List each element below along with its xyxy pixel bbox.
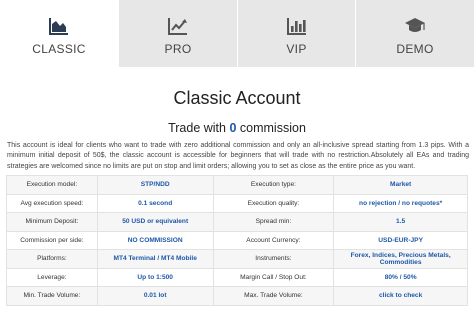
spec-label: Execution model: [6,175,98,195]
spec-value: no rejection / no requotes* [333,193,468,213]
spec-value: 0.1 second [96,193,214,213]
spec-value: USD-EUR-JPY [333,230,468,250]
tab-classic[interactable]: CLASSIC [0,0,118,67]
page-title: Classic Account [173,88,301,108]
spec-label: Minimum Deposit: [6,212,98,232]
check-max-volume-link[interactable]: click to check [333,286,468,306]
spec-value: 80% / 50% [333,267,468,287]
tab-pro[interactable]: PRO [118,0,237,67]
spec-label: Margin Call / Stop Out: [212,267,335,287]
table-row: Leverage: Up to 1:500 Margin Call / Stop… [6,267,468,287]
spec-label: Execution quality: [212,193,335,213]
tab-classic-label: CLASSIC [32,42,86,56]
subtitle-prefix: Trade with [168,121,226,135]
spec-label: Account Currency: [212,230,335,250]
spec-label: Commission per side: [6,230,98,250]
table-row: Execution model: STP/NDD Execution type:… [6,175,468,195]
spec-value: 50 USD or equivalent [96,212,214,232]
account-description: This account is ideal for clients who wa… [7,142,469,170]
spec-label: Min. Trade Volume: [6,286,98,306]
spec-value: STP/NDD [96,175,214,195]
spec-label: Execution type: [212,175,335,195]
spec-value: Up to 1:500 [96,267,214,287]
spec-label: Avg execution speed: [6,193,98,213]
bar-chart-icon [286,16,307,36]
graduation-cap-icon [404,16,426,36]
spec-label: Instruments: [212,249,335,269]
account-tabs: CLASSIC PRO VIP DEMO [0,0,474,67]
tab-demo-label: DEMO [396,42,434,56]
subtitle-suffix: commission [239,121,306,135]
table-row: Platforms: MT4 Terminal / MT4 Mobile Ins… [6,249,468,269]
spec-label: Platforms: [6,249,98,269]
area-chart-icon [49,16,69,36]
account-specs-table: Execution model: STP/NDD Execution type:… [6,175,468,306]
spec-value: Forex, Indices, Precious Metals, Commodi… [333,249,468,269]
spec-label: Leverage: [6,267,98,287]
commission-subtitle: Trade with 0 commission [0,121,474,135]
line-chart-icon [168,16,188,36]
spec-value: MT4 Terminal / MT4 Mobile [96,249,214,269]
spec-value: 1.5 [333,212,468,232]
spec-value: NO COMMISSION [96,230,214,250]
table-row: Avg execution speed: 0.1 second Executio… [6,193,468,213]
commission-number: 0 [229,121,237,135]
spec-label: Spread min: [212,212,335,232]
spec-value: Market [333,175,468,195]
spec-value: 0.01 lot [96,286,214,306]
tab-vip[interactable]: VIP [237,0,355,67]
table-row: Min. Trade Volume: 0.01 lot Max. Trade V… [6,286,468,306]
table-row: Commission per side: NO COMMISSION Accou… [6,230,468,250]
spec-label: Max. Trade Volume: [212,286,335,306]
tab-demo[interactable]: DEMO [355,0,474,67]
table-row: Minimum Deposit: 50 USD or equivalent Sp… [6,212,468,232]
tab-pro-label: PRO [164,42,192,56]
tab-vip-label: VIP [286,42,307,56]
